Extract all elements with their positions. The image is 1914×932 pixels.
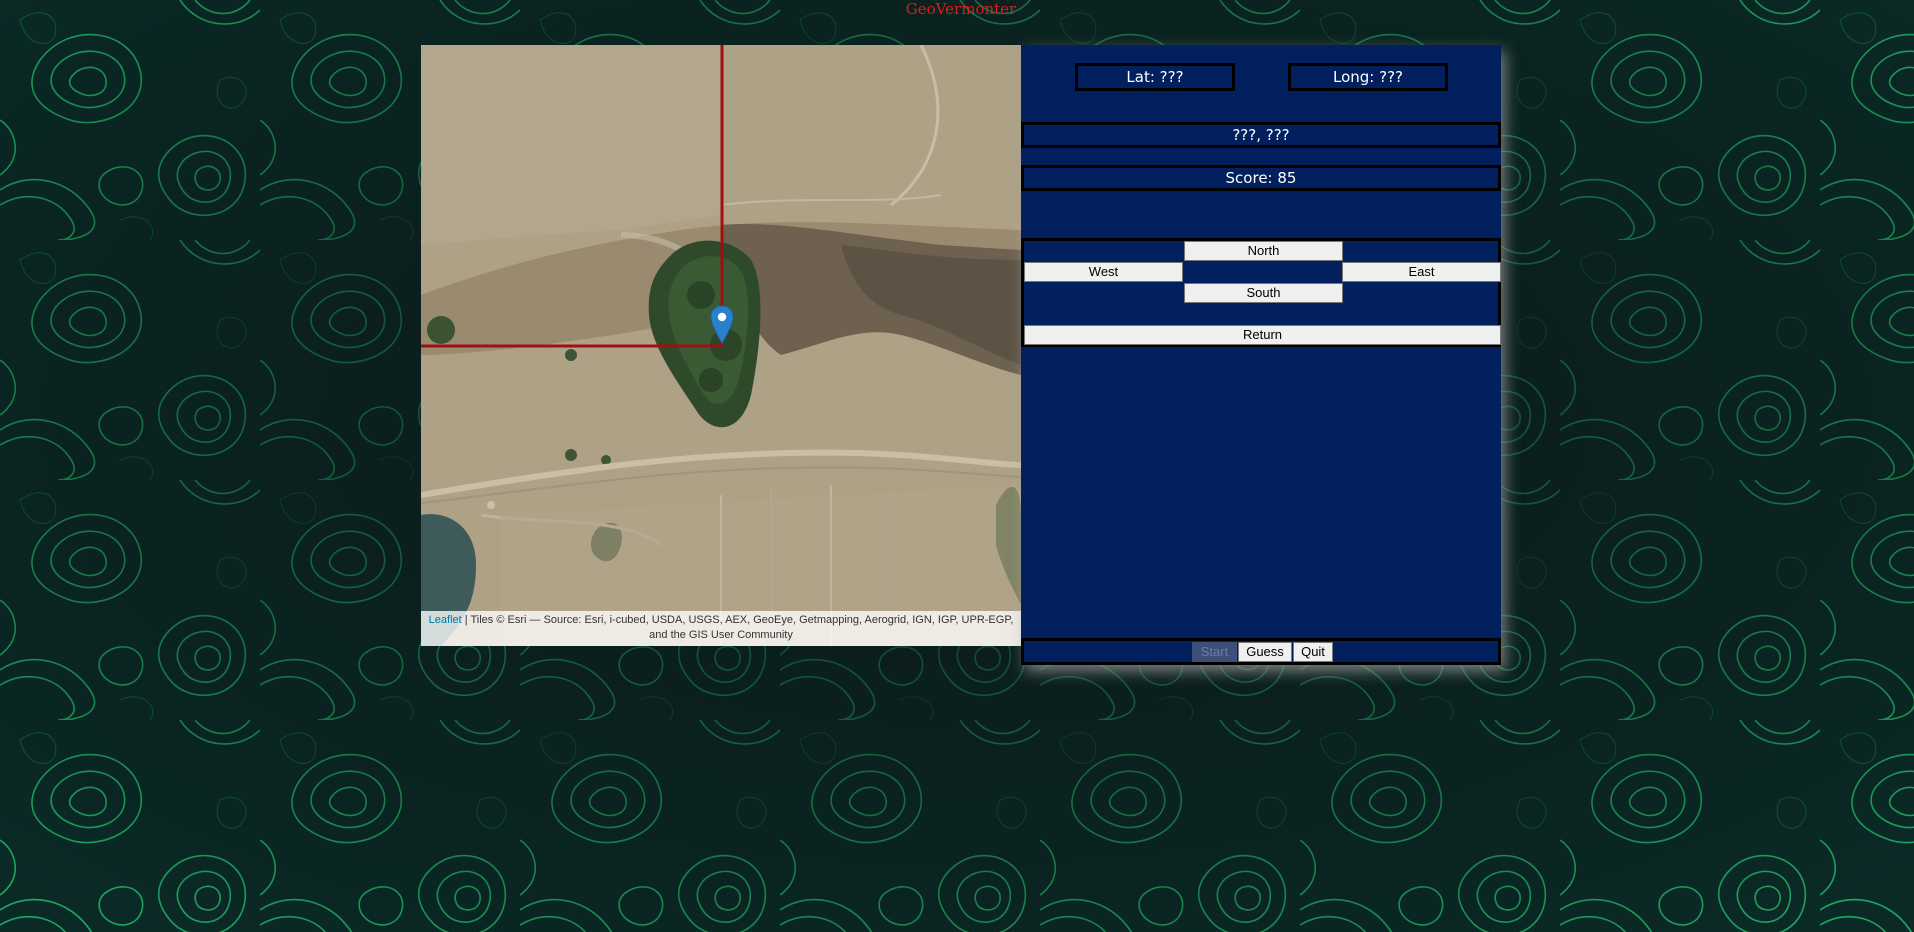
page-title: GeoVermonter [905,0,1017,18]
map-attribution: Leaflet | Tiles © Esri — Source: Esri, i… [421,611,1021,646]
start-button[interactable]: Start [1192,642,1237,662]
south-button[interactable]: South [1184,283,1343,303]
leaflet-link[interactable]: Leaflet [429,614,462,626]
longitude-display: Long: ??? [1288,63,1448,91]
guess-button[interactable]: Guess [1238,642,1292,662]
map-view[interactable]: Leaflet | Tiles © Esri — Source: Esri, i… [421,45,1021,646]
direction-controls: North West East South Return [1021,238,1501,347]
return-button[interactable]: Return [1024,325,1501,345]
latitude-display: Lat: ??? [1075,63,1235,91]
aerial-imagery[interactable] [421,45,1021,646]
coordinates-display: ???, ??? [1021,122,1501,148]
game-controls: Start Guess Quit [1021,638,1501,665]
west-button[interactable]: West [1024,262,1183,282]
east-button[interactable]: East [1342,262,1501,282]
quit-button[interactable]: Quit [1293,642,1333,662]
map-pin-icon[interactable] [710,305,734,345]
north-button[interactable]: North [1184,241,1343,261]
score-display: Score: 85 [1021,165,1501,191]
game-panel: Lat: ??? Long: ??? ???, ??? Score: 85 No… [1021,45,1501,665]
attribution-text: | Tiles © Esri — Source: Esri, i-cubed, … [461,614,1014,641]
